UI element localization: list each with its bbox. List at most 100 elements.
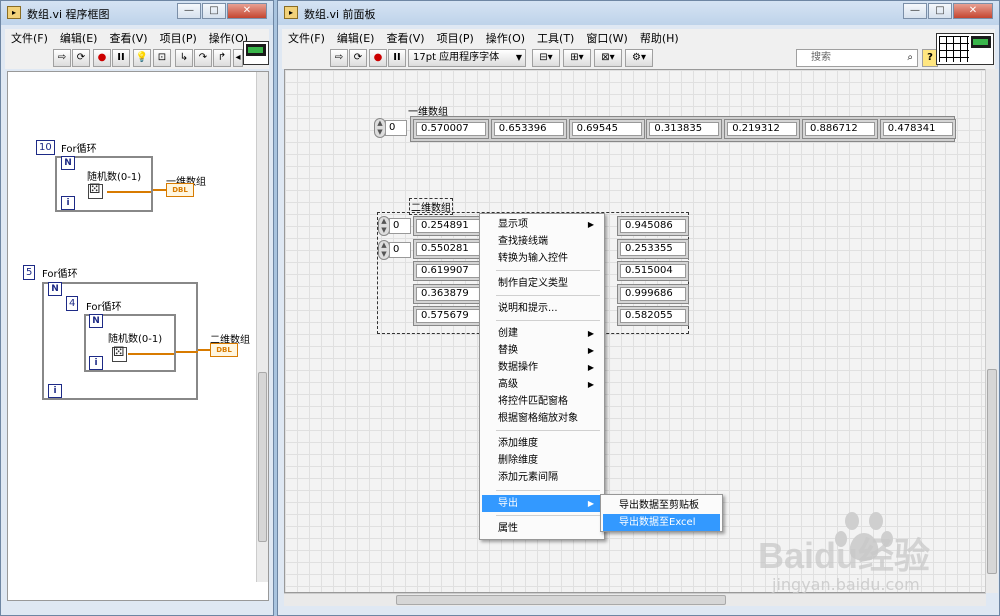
scrollbar-thumb[interactable] bbox=[987, 369, 997, 574]
menu-item[interactable]: 工具(T) bbox=[531, 30, 580, 46]
context-menu-item[interactable]: 添加维度 bbox=[482, 435, 602, 452]
array-element-value[interactable]: 0.945086 bbox=[620, 219, 686, 233]
distribute-objects-icon[interactable]: ⊞▾ bbox=[563, 49, 591, 67]
step-into-icon[interactable]: ↳ bbox=[175, 49, 193, 67]
array-element-value[interactable]: 0.653396 bbox=[493, 122, 564, 136]
run-continuously-icon[interactable]: ⟳ bbox=[349, 49, 367, 67]
step-over-icon[interactable]: ↷ bbox=[194, 49, 212, 67]
context-menu-item[interactable]: 说明和提示... bbox=[482, 300, 602, 317]
array-element-value[interactable]: 0.363879 bbox=[416, 286, 482, 301]
run-arrow-icon[interactable]: ⇨ bbox=[53, 49, 71, 67]
array-element[interactable]: 0.653396 bbox=[490, 119, 567, 139]
array-element-value[interactable]: 0.254891 bbox=[416, 219, 482, 233]
context-menu-item[interactable]: 高级 ▶ bbox=[482, 376, 602, 393]
array-element[interactable]: 0.478341 bbox=[879, 119, 956, 139]
context-menu-item[interactable]: 导出 ▶ bbox=[482, 495, 602, 512]
context-menu-item[interactable]: 显示项 ▶ bbox=[482, 216, 602, 233]
step-out-icon[interactable]: ↱ bbox=[213, 49, 231, 67]
pause-icon[interactable]: II bbox=[388, 49, 406, 67]
for-loop-outer[interactable]: N i 4 For循环 N i 随机数(0-1) bbox=[42, 282, 198, 400]
context-menu-item[interactable]: 创建 ▶ bbox=[482, 325, 602, 342]
front-panel-horizontal-scrollbar[interactable] bbox=[284, 593, 986, 606]
loop-count-constant[interactable]: 4 bbox=[66, 296, 79, 311]
array-element-value[interactable]: 0.515004 bbox=[620, 264, 686, 278]
dbl-array-terminal[interactable]: DBL bbox=[210, 343, 238, 357]
array-index-display[interactable]: ▲ ▼ 0 bbox=[374, 118, 408, 138]
close-icon[interactable]: ✕ bbox=[953, 3, 993, 19]
abort-icon[interactable]: ● bbox=[369, 49, 387, 67]
array-element[interactable]: 0.575679 bbox=[413, 306, 485, 326]
array-1d[interactable]: ▲ ▼ 0 0.570007 0.653396 0.69545 0.313835 0.21… bbox=[374, 116, 956, 142]
context-menu-item[interactable]: 替换 ▶ bbox=[482, 342, 602, 359]
abort-icon[interactable]: ● bbox=[93, 49, 111, 67]
maximize-icon[interactable]: □ bbox=[202, 3, 226, 19]
menu-item[interactable]: 编辑(E) bbox=[331, 30, 381, 46]
context-menu-item[interactable]: 属性 bbox=[482, 520, 602, 537]
column-index-display[interactable]: ▲ ▼ 0 bbox=[378, 240, 412, 260]
context-menu-item[interactable]: 添加元素间隔 bbox=[482, 469, 602, 486]
export-submenu-item[interactable]: 导出数据至Excel bbox=[603, 514, 720, 531]
array-element[interactable]: 0.582055 bbox=[617, 306, 689, 326]
menu-item[interactable]: 项目(P) bbox=[154, 30, 203, 46]
array-element[interactable]: 0.886712 bbox=[802, 119, 878, 139]
dbl-array-terminal[interactable]: DBL bbox=[166, 183, 194, 197]
loop-count-constant[interactable]: 10 bbox=[36, 140, 55, 155]
menu-item[interactable]: 编辑(E) bbox=[54, 30, 104, 46]
array-element-value[interactable]: 0.219312 bbox=[727, 122, 798, 136]
array-element-value[interactable]: 0.478341 bbox=[882, 122, 953, 136]
menu-item[interactable]: 帮助(H) bbox=[634, 30, 685, 46]
menu-item[interactable]: 文件(F) bbox=[282, 30, 331, 46]
block-diagram-canvas[interactable]: 10 For循环 N i 随机数(0-1) 一维数组 DBL 5 For循环 N… bbox=[7, 71, 269, 601]
loop-count-constant[interactable]: 5 bbox=[23, 265, 36, 280]
array-element[interactable]: 0.999686 bbox=[617, 283, 689, 304]
front-panel-titlebar[interactable]: ▸ 数组.vi 前面板 — □ ✕ bbox=[278, 1, 999, 25]
array-element[interactable]: 0.219312 bbox=[724, 119, 801, 139]
array-index-value[interactable]: 0 bbox=[385, 120, 407, 136]
retain-wire-values-icon[interactable]: ⊡ bbox=[153, 49, 171, 67]
array-element[interactable]: 0.570007 bbox=[413, 119, 489, 139]
search-field[interactable]: 搜索 ⌕ bbox=[796, 49, 918, 67]
menu-item[interactable]: 文件(F) bbox=[5, 30, 54, 46]
array-element[interactable]: 0.619907 bbox=[413, 261, 485, 281]
close-icon[interactable]: ✕ bbox=[227, 3, 267, 19]
context-menu-item[interactable]: 删除维度 bbox=[482, 452, 602, 469]
row-index-value[interactable]: 0 bbox=[389, 218, 411, 234]
font-select[interactable]: 17pt 应用程序字体 ▼ bbox=[408, 49, 526, 67]
array-element-value[interactable]: 0.886712 bbox=[805, 122, 875, 136]
run-arrow-icon[interactable]: ⇨ bbox=[330, 49, 348, 67]
context-menu-item[interactable]: 根据窗格缩放对象 bbox=[482, 410, 602, 427]
array-element[interactable]: 0.69545 bbox=[568, 119, 645, 139]
array-element-value[interactable]: 0.570007 bbox=[416, 122, 486, 136]
scrollbar-thumb[interactable] bbox=[396, 595, 726, 605]
random-number-node[interactable]: 随机数(0-1) bbox=[83, 168, 141, 202]
maximize-icon[interactable]: □ bbox=[928, 3, 952, 19]
array-element-value[interactable]: 0.575679 bbox=[416, 309, 482, 323]
column-index-value[interactable]: 0 bbox=[389, 242, 411, 258]
context-menu-item[interactable]: 数据操作 ▶ bbox=[482, 359, 602, 376]
toolbar-scroll-left-icon[interactable]: ◂ bbox=[233, 49, 243, 67]
context-menu-item[interactable]: 查找接线端 bbox=[482, 233, 602, 250]
array-element-value[interactable]: 0.69545 bbox=[571, 122, 642, 136]
array-element-value[interactable]: 0.999686 bbox=[620, 286, 686, 301]
export-submenu-item[interactable]: 导出数据至剪贴板 bbox=[603, 497, 720, 514]
array-element[interactable]: 0.515004 bbox=[617, 261, 689, 281]
highlight-execution-icon[interactable]: 💡 bbox=[133, 49, 151, 67]
menu-item[interactable]: 查看(V) bbox=[103, 30, 153, 46]
pause-icon[interactable]: II bbox=[112, 49, 130, 67]
array-element-value[interactable]: 0.582055 bbox=[620, 309, 686, 323]
resize-objects-icon[interactable]: ⊠▾ bbox=[594, 49, 622, 67]
array-element[interactable]: 0.253355 bbox=[617, 238, 689, 259]
array-element-value[interactable]: 0.619907 bbox=[416, 264, 482, 278]
minimize-icon[interactable]: — bbox=[177, 3, 201, 19]
context-menu-item[interactable]: 将控件匹配窗格 bbox=[482, 393, 602, 410]
align-objects-icon[interactable]: ⊟▾ bbox=[532, 49, 560, 67]
run-continuously-icon[interactable]: ⟳ bbox=[72, 49, 90, 67]
for-loop-inner[interactable]: N i 随机数(0-1) bbox=[84, 314, 176, 372]
front-panel-vertical-scrollbar[interactable] bbox=[985, 69, 998, 593]
block-diagram-vertical-scrollbar[interactable] bbox=[256, 72, 268, 582]
array-element-value[interactable]: 0.253355 bbox=[620, 241, 686, 256]
menu-item[interactable]: 查看(V) bbox=[380, 30, 430, 46]
for-loop-1[interactable]: N i 随机数(0-1) bbox=[55, 156, 153, 212]
array-element[interactable]: 0.363879 bbox=[413, 283, 485, 304]
array-element-value[interactable]: 0.550281 bbox=[416, 241, 482, 256]
